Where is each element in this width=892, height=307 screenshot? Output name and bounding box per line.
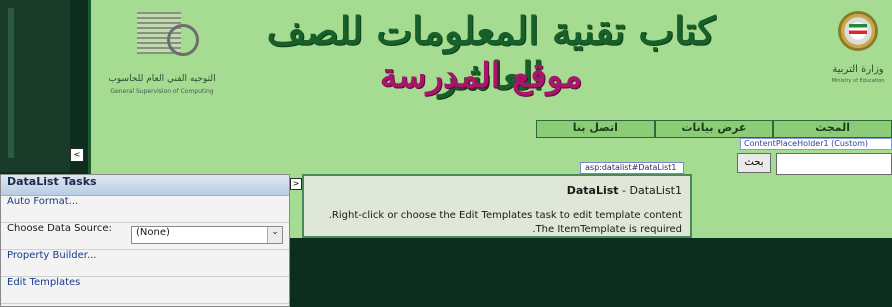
data-source-label: Choose Data Source:: [7, 223, 112, 234]
search-input[interactable]: [776, 153, 892, 175]
datalist-heading: DataList - DataList1: [567, 184, 682, 197]
datalist-message-2: The ItemTemplate is required.: [532, 224, 682, 235]
data-source-row: Choose Data Source: (None) ⌄: [1, 223, 289, 250]
datalist-message-1: Right-click or choose the Edit Templates…: [328, 210, 682, 221]
chevron-down-icon[interactable]: ⌄: [267, 227, 282, 243]
datalist-control[interactable]: DataList - DataList1 Right-click or choo…: [302, 174, 692, 238]
tasks-toggle-button[interactable]: >: [290, 178, 302, 190]
flag-icon: [849, 24, 867, 34]
content-placeholder-tag[interactable]: ContentPlaceHolder1 (Custom): [740, 138, 892, 150]
datalist-heading-type: DataList: [566, 184, 619, 197]
nav-tab-view-data[interactable]: عرض بيانات: [654, 120, 774, 138]
gear-icon: [167, 24, 199, 56]
nav-tab-search[interactable]: المجث: [773, 120, 892, 138]
tasks-header: DataList Tasks: [1, 175, 289, 196]
supervision-logo: التوجيه الفني العام للحاسوب General Supe…: [107, 10, 216, 98]
left-logo-text: التوجيه الفني العام للحاسوب: [108, 74, 216, 84]
property-builder-link[interactable]: Property Builder...: [1, 250, 289, 277]
page-footer-area: [290, 238, 892, 307]
datalist-tasks-panel: DataList Tasks Auto Format... Choose Dat…: [0, 174, 290, 307]
ministry-emblem-icon: [835, 8, 881, 62]
edit-templates-link[interactable]: Edit Templates: [1, 277, 289, 304]
page-subtitle: موقع المدرسة: [379, 56, 583, 96]
sidebar-stripe: [8, 8, 14, 158]
ministry-name-english: Ministry of Education: [831, 78, 885, 84]
auto-format-link[interactable]: Auto Format...: [1, 196, 289, 223]
nav-tab-contact[interactable]: اتصل بنا: [535, 120, 655, 138]
left-sidebar: [0, 0, 70, 172]
main-nav: المجث عرض بيانات اتصل بنا: [535, 120, 892, 138]
collapse-sidebar-button[interactable]: <: [70, 148, 84, 162]
left-logo-subtext: General Supervision of Computing: [110, 88, 214, 95]
data-source-select[interactable]: (None) ⌄: [131, 226, 283, 244]
datalist-heading-id: - DataList1: [618, 184, 682, 197]
ministry-name: وزارة التربية: [832, 64, 884, 75]
datalist-tag[interactable]: asp:datalist#DataList1: [580, 162, 684, 174]
data-source-value: (None): [136, 227, 170, 238]
site-header: التوجيه الفني العام للحاسوب General Supe…: [88, 0, 892, 120]
search-button[interactable]: بحث: [737, 153, 771, 173]
